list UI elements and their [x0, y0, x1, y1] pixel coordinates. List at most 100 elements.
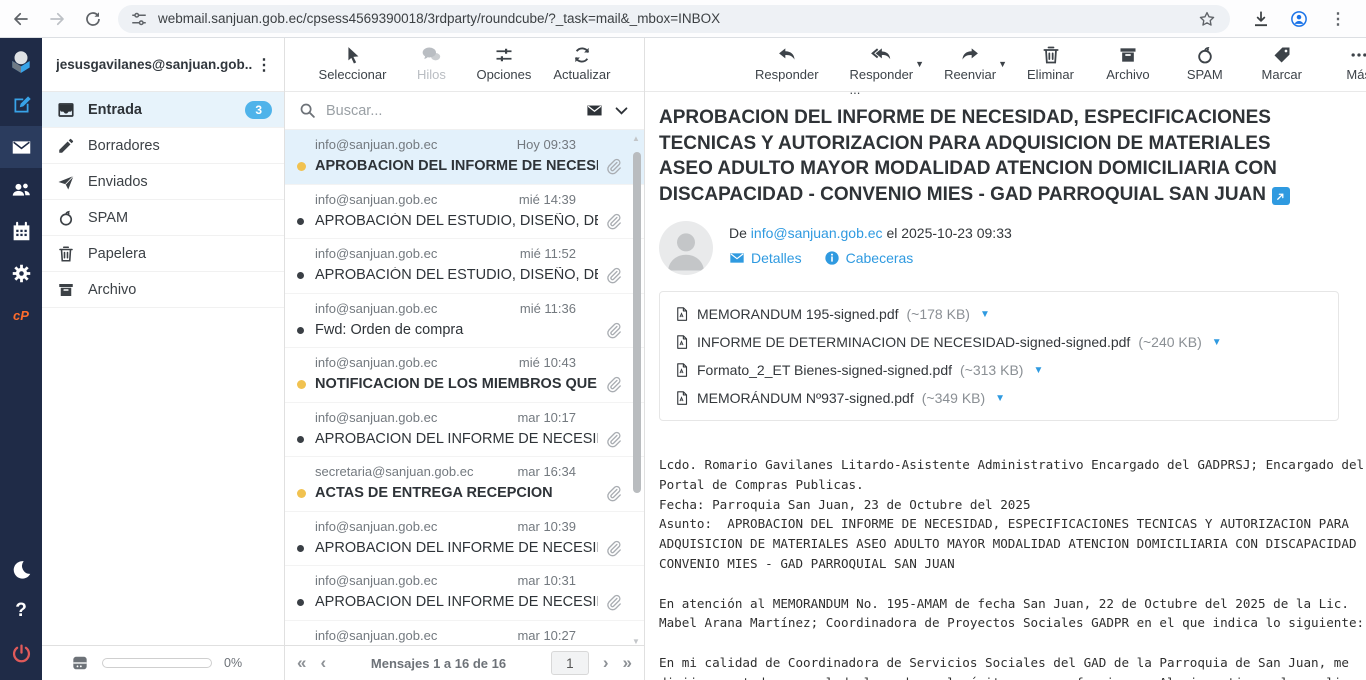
list-item[interactable]: info@sanjuan.gob.ec mar 10:17 APROBACION… [285, 403, 644, 458]
attachments-list: MEMORANDUM 195-signed.pdf (~178 KB) ▼ IN… [659, 291, 1339, 421]
threads-button[interactable]: Hilos [408, 45, 454, 82]
settings-nav-button[interactable] [0, 252, 42, 294]
spam-button[interactable]: SPAM [1182, 45, 1228, 82]
attachment-item[interactable]: MEMORANDUM 195-signed.pdf (~178 KB) ▼ [674, 300, 1324, 328]
sidebar-item-drafts[interactable]: Borradores [42, 128, 284, 164]
next-page-icon[interactable]: › [603, 653, 609, 673]
reload-icon[interactable] [82, 8, 104, 30]
pdf-file-icon [674, 389, 689, 407]
list-item[interactable]: info@sanjuan.gob.ec mié 14:39 APROBACIÓN… [285, 185, 644, 240]
attachment-icon [605, 267, 622, 284]
attachment-item[interactable]: Formato_2_ET Bienes-signed-signed.pdf (~… [674, 356, 1324, 384]
message-date: mar 16:34 [517, 464, 576, 479]
attachment-menu-icon[interactable]: ▼ [995, 393, 1005, 404]
sidebar-item-spam[interactable]: SPAM [42, 200, 284, 236]
unread-dot [297, 380, 306, 389]
attachment-menu-icon[interactable]: ▼ [1212, 337, 1222, 348]
message-count: Mensajes 1 a 16 de 16 [340, 656, 537, 671]
calendar-nav-button[interactable] [0, 210, 42, 252]
help-button[interactable]: ? [0, 590, 42, 632]
message-subject: APROBACION DEL INFORME DE NECESIDA... [315, 158, 598, 174]
list-scroll-thumb[interactable] [633, 152, 641, 493]
more-button[interactable]: Más [1336, 45, 1366, 82]
attachment-name[interactable]: Formato_2_ET Bienes-signed-signed.pdf [697, 362, 952, 378]
dark-mode-button[interactable] [0, 548, 42, 590]
list-item[interactable]: info@sanjuan.gob.ec mar 10:31 APROBACION… [285, 566, 644, 621]
chevron-down-icon[interactable] [613, 102, 630, 119]
bookmark-star-icon[interactable] [1196, 8, 1218, 30]
dropdown-caret-icon[interactable]: ▼ [998, 59, 1007, 69]
sender-email-link[interactable]: info@sanjuan.gob.ec [751, 225, 883, 241]
archive-button[interactable]: Archivo [1105, 45, 1151, 82]
forward-icon[interactable] [46, 8, 68, 30]
contacts-nav-button[interactable] [0, 168, 42, 210]
url-text[interactable]: webmail.sanjuan.gob.ec/cpsess4569390018/… [158, 11, 1186, 26]
mail-nav-button[interactable] [0, 126, 42, 168]
cpanel-logo[interactable]: cP [0, 294, 42, 336]
options-button[interactable]: Opciones [476, 45, 531, 82]
search-input[interactable] [326, 103, 576, 119]
message-date: mié 11:52 [520, 246, 576, 261]
sidebar-item-archive[interactable]: Archivo [42, 272, 284, 308]
reply-all-button[interactable]: Responder ... [850, 45, 914, 97]
list-item[interactable]: info@sanjuan.gob.ec mar 10:27 [285, 621, 644, 646]
body-line: Portal de Compras Publicas. [659, 475, 1366, 495]
message-sender: info@sanjuan.gob.ec [315, 192, 437, 207]
last-page-icon[interactable]: » [623, 653, 632, 673]
page-number-box[interactable]: 1 [551, 651, 589, 675]
list-item[interactable]: info@sanjuan.gob.ec mié 11:36 Fwd: Orden… [285, 294, 644, 349]
reply-button[interactable]: Responder [755, 45, 819, 82]
attachment-name[interactable]: MEMORANDUM 195-signed.pdf [697, 306, 899, 322]
message-subject: Fwd: Orden de compra [315, 322, 463, 338]
list-item[interactable]: info@sanjuan.gob.ec Hoy 09:33 APROBACION… [285, 130, 644, 185]
message-date: mar 10:39 [517, 519, 576, 534]
attachment-menu-icon[interactable]: ▼ [980, 309, 990, 320]
sidebar-item-inbox[interactable]: Entrada 3 [42, 92, 284, 128]
attachment-menu-icon[interactable]: ▼ [1033, 365, 1043, 376]
pdf-file-icon [674, 361, 689, 379]
list-item[interactable]: info@sanjuan.gob.ec mar 10:39 APROBACION… [285, 512, 644, 567]
site-settings-icon[interactable] [130, 8, 148, 30]
refresh-button[interactable]: Actualizar [553, 45, 610, 82]
message-sender: info@sanjuan.gob.ec [315, 246, 437, 261]
headers-link[interactable]: Cabeceras [824, 250, 914, 266]
message-subject: NOTIFICACION DE LOS MIEMBROS QUE C... [315, 376, 598, 392]
first-page-icon[interactable]: « [297, 653, 306, 673]
back-icon[interactable] [10, 8, 32, 30]
list-item[interactable]: info@sanjuan.gob.ec mié 10:43 NOTIFICACI… [285, 348, 644, 403]
account-menu-icon[interactable]: ⋮ [252, 55, 276, 75]
mark-button[interactable]: Marcar [1259, 45, 1305, 82]
account-header[interactable]: jesusgavilanes@sanjuan.gob.... ⋮ [42, 38, 284, 92]
browser-menu-icon[interactable]: ⋮ [1326, 9, 1350, 29]
mail-content: APROBACION DEL INFORME DE NECESIDAD, ESP… [645, 92, 1366, 680]
profile-icon[interactable] [1288, 8, 1310, 30]
envelope-filter-icon[interactable] [586, 102, 603, 119]
toolbar-button-icon [777, 45, 797, 65]
attachment-item[interactable]: MEMORÁNDUM Nº937-signed.pdf (~349 KB) ▼ [674, 384, 1324, 412]
attachment-size: (~313 KB) [960, 362, 1023, 378]
attachment-item[interactable]: INFORME DE DETERMINACION DE NECESIDAD-si… [674, 328, 1324, 356]
select-button[interactable]: Seleccionar [319, 45, 387, 82]
message-subject: APROBACION DEL INFORME DE NECESIDA... [315, 540, 598, 556]
sidebar-item-sent[interactable]: Enviados [42, 164, 284, 200]
url-bar[interactable]: webmail.sanjuan.gob.ec/cpsess4569390018/… [118, 5, 1230, 33]
list-item[interactable]: info@sanjuan.gob.ec mié 11:52 APROBACIÓN… [285, 239, 644, 294]
delete-button[interactable]: Eliminar [1027, 45, 1074, 82]
body-line: Lcdo. Romario Gavilanes Litardo-Asistent… [659, 455, 1366, 475]
compose-button[interactable] [0, 84, 42, 126]
logout-button[interactable] [0, 632, 42, 674]
message-date: mié 10:43 [519, 355, 576, 370]
sidebar-item-trash[interactable]: Papelera [42, 236, 284, 272]
attachment-name[interactable]: MEMORÁNDUM Nº937-signed.pdf [697, 390, 914, 406]
forward-button[interactable]: Reenviar [944, 45, 996, 82]
prev-page-icon[interactable]: ‹ [320, 653, 326, 673]
downloads-icon[interactable] [1250, 8, 1272, 30]
list-scrollbar[interactable]: ▲ ▼ [631, 138, 643, 640]
scroll-up-icon[interactable]: ▲ [632, 134, 640, 143]
details-link[interactable]: Detalles [729, 250, 802, 266]
search-icon[interactable] [299, 102, 316, 119]
list-item[interactable]: secretaria@sanjuan.gob.ec mar 16:34 ACTA… [285, 457, 644, 512]
open-in-new-window-icon[interactable] [1272, 187, 1290, 205]
attachment-name[interactable]: INFORME DE DETERMINACION DE NECESIDAD-si… [697, 334, 1130, 350]
dropdown-caret-icon[interactable]: ▼ [915, 59, 924, 69]
